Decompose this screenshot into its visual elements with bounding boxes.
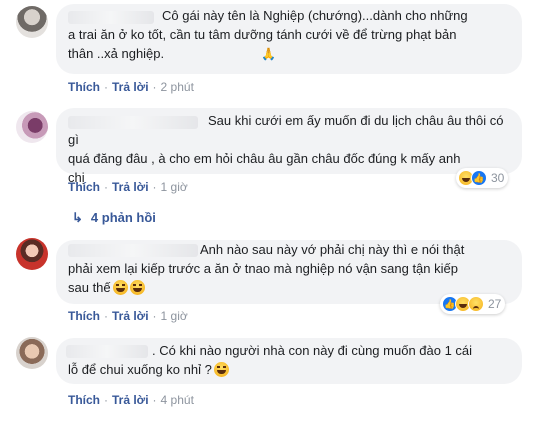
laugh-icon <box>129 280 145 295</box>
reply-link[interactable]: Trả lời <box>112 80 149 94</box>
timestamp[interactable]: 1 giờ <box>161 180 188 194</box>
reply-arrow-icon: ↳ <box>72 210 83 225</box>
laugh-icon <box>112 280 128 295</box>
comment-text-content: . Có khi nào người nhà con này đi cùng m… <box>68 343 473 377</box>
avatar[interactable] <box>16 238 48 270</box>
replies-count-label: 4 phản hồi <box>90 210 156 225</box>
comment-text: Anh nào sau này vớ phải chị này thì e nó… <box>68 240 514 297</box>
reply-link[interactable]: Trả lời <box>112 393 149 407</box>
pray-icon: 🙏 <box>261 47 277 61</box>
like-link[interactable]: Thích <box>68 309 100 323</box>
like-link[interactable]: Thích <box>68 80 100 94</box>
comment-text: . Có khi nào người nhà con này đi cùng m… <box>68 341 514 379</box>
avatar[interactable] <box>16 337 48 369</box>
reply-link[interactable]: Trả lời <box>112 180 149 194</box>
comment-bubble: Sau khi cưới em ấy muốn đi du lịch châu … <box>56 108 522 185</box>
comment-text: Sau khi cưới em ấy muốn đi du lịch châu … <box>68 113 504 185</box>
reply-link[interactable]: Trả lời <box>112 309 149 323</box>
comment-actions: Thích · Trả lời · 1 giờ <box>68 309 188 323</box>
comment-text: Cô gái này tên là Nghiệp (chướng)...dành… <box>68 6 514 64</box>
avatar[interactable] <box>16 111 48 143</box>
timestamp[interactable]: 2 phút <box>161 80 194 94</box>
like-link[interactable]: Thích <box>68 393 100 407</box>
reactions-summary[interactable]: 👍 27 <box>440 294 506 314</box>
laugh-icon <box>213 362 229 377</box>
reaction-count: 30 <box>491 171 505 185</box>
comment-actions: Thích · Trả lời · 2 phút <box>68 80 194 94</box>
comment-bubble: . Có khi nào người nhà con này đi cùng m… <box>56 338 522 384</box>
reactions-summary[interactable]: 👍 30 <box>456 168 509 188</box>
sad-icon <box>468 296 484 312</box>
view-replies-link[interactable]: ↳ 4 phản hồi <box>72 210 156 226</box>
avatar[interactable] <box>16 6 48 38</box>
timestamp[interactable]: 4 phút <box>161 393 194 407</box>
reaction-count: 27 <box>488 297 502 311</box>
like-link[interactable]: Thích <box>68 180 100 194</box>
comment-actions: Thích · Trả lời · 1 giờ <box>68 180 188 194</box>
comment-actions: Thích · Trả lời · 4 phút <box>68 393 194 407</box>
comment-bubble: Cô gái này tên là Nghiệp (chướng)...dành… <box>56 4 522 74</box>
like-icon: 👍 <box>471 170 487 186</box>
timestamp[interactable]: 1 giờ <box>161 309 188 323</box>
